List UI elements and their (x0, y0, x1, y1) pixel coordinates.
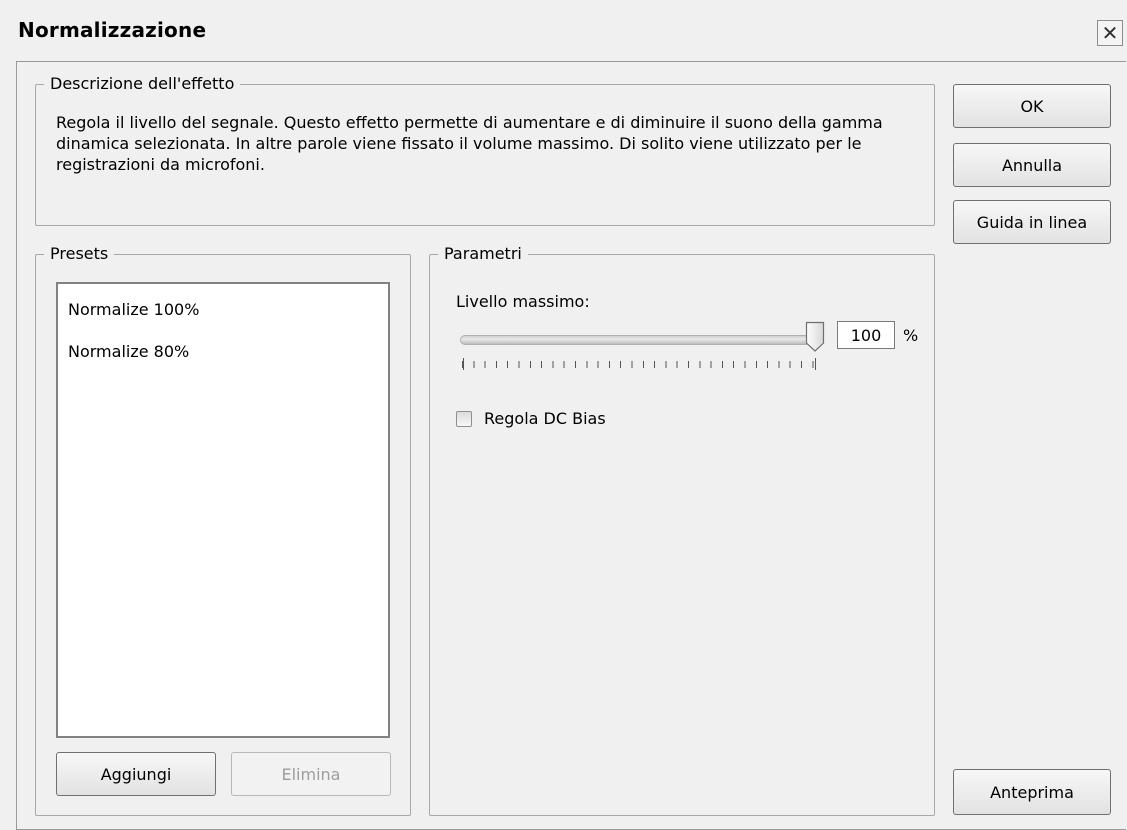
parameters-legend: Parametri (444, 244, 522, 263)
max-level-input[interactable] (837, 321, 895, 349)
max-level-unit: % (903, 326, 919, 345)
presets-legend: Presets (50, 244, 109, 263)
list-item[interactable]: Normalize 100% (68, 300, 199, 319)
presets-list[interactable]: Normalize 100% Normalize 80% (56, 282, 390, 738)
description-text: Regola il livello del segnale. Questo ef… (56, 113, 883, 174)
description-legend: Descrizione dell'effetto (50, 74, 235, 93)
list-item[interactable]: Normalize 80% (68, 342, 189, 361)
description-group: Descrizione dell'effetto Regola il livel… (35, 74, 935, 226)
delete-preset-button[interactable]: Elimina (231, 752, 391, 796)
window-title: Normalizzazione (18, 18, 207, 42)
help-button[interactable]: Guida in linea (953, 200, 1111, 244)
add-preset-button[interactable]: Aggiungi (56, 752, 216, 796)
dc-bias-label[interactable]: Regola DC Bias (484, 409, 606, 428)
slider-tick-start (463, 358, 464, 370)
slider-ticks (462, 358, 818, 370)
ok-button[interactable]: OK (953, 84, 1111, 128)
max-level-label: Livello massimo: (456, 292, 590, 311)
max-level-slider[interactable] (460, 335, 820, 345)
slider-thumb[interactable] (805, 321, 825, 353)
slider-tick-end (815, 358, 816, 370)
close-icon: ✕ (1101, 21, 1119, 45)
preview-button[interactable]: Anteprima (953, 769, 1111, 815)
close-button[interactable]: ✕ (1097, 20, 1123, 46)
cancel-button[interactable]: Annulla (953, 143, 1111, 187)
title-bar: Normalizzazione ✕ (0, 0, 1127, 62)
dc-bias-checkbox[interactable] (456, 411, 472, 427)
